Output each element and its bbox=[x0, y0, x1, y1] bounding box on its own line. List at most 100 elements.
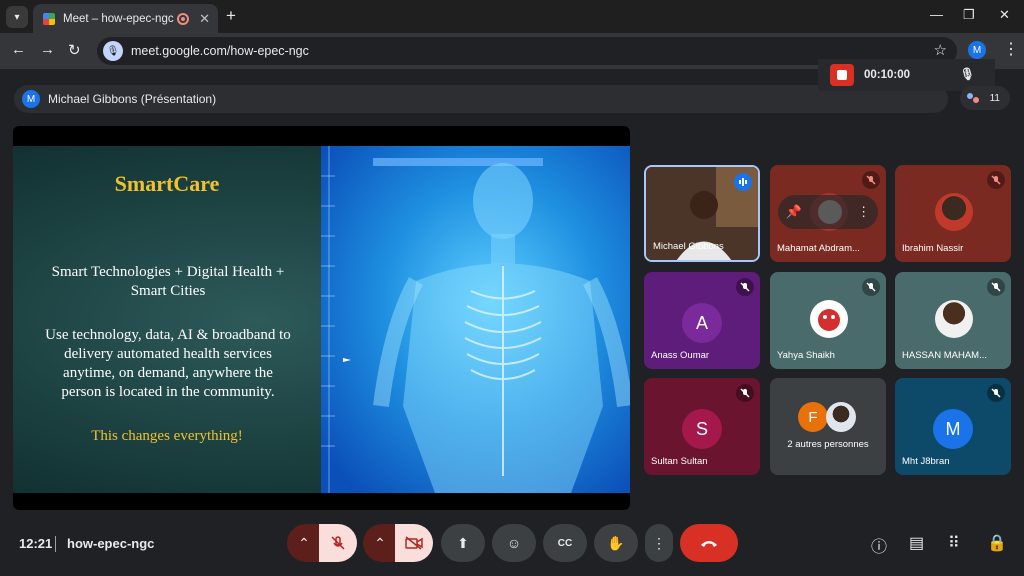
mic-off-icon bbox=[862, 171, 880, 189]
host-controls-icon[interactable]: 🔒 bbox=[987, 533, 1007, 553]
microphone-toggle-button[interactable] bbox=[319, 524, 357, 562]
participant-photo bbox=[810, 300, 848, 338]
slide-text-panel: SmartCare Smart Technologies + Digital H… bbox=[13, 146, 321, 493]
tile-hover-controls: 📌 ⋮ bbox=[778, 195, 878, 229]
mic-off-icon bbox=[331, 536, 345, 550]
participant-tile-sultan[interactable]: S Sultan Sultan bbox=[644, 378, 760, 475]
mic-off-icon bbox=[736, 384, 754, 402]
captions-button[interactable]: CC bbox=[543, 524, 587, 562]
reload-button[interactable]: ↻ bbox=[68, 41, 81, 59]
body-xray-graphic bbox=[321, 146, 630, 493]
presenter-banner[interactable]: M Michael Gibbons (Présentation) bbox=[14, 85, 948, 113]
tab-search-button[interactable]: ▾ bbox=[6, 6, 28, 28]
tab-title: Meet – how-epec-ngc bbox=[63, 12, 174, 25]
participant-count: 11 bbox=[989, 92, 1000, 104]
participant-tile-anass[interactable]: A Anass Oumar bbox=[644, 272, 760, 369]
tab-close-icon[interactable]: ✕ bbox=[199, 11, 210, 27]
meeting-info-icon[interactable]: ⓘ bbox=[871, 533, 887, 557]
browser-tab[interactable]: Meet – how-epec-ngc ✕ bbox=[33, 4, 218, 33]
camera-toggle-button[interactable] bbox=[395, 524, 433, 562]
meet-favicon-icon bbox=[43, 12, 55, 25]
window-close-icon[interactable]: ✕ bbox=[999, 7, 1010, 23]
others-count-label: 2 autres personnes bbox=[787, 439, 869, 450]
participant-tile-mht[interactable]: M Mht J8bran bbox=[895, 378, 1011, 475]
chevron-up-icon: ⌃ bbox=[374, 534, 386, 551]
captions-icon: CC bbox=[557, 537, 573, 549]
audio-options-button[interactable]: ⌃ bbox=[287, 524, 321, 562]
reactions-button[interactable]: ☺ bbox=[492, 524, 536, 562]
meeting-code: how-epec-ngc bbox=[67, 536, 155, 551]
browser-tabstrip: ▾ Meet – how-epec-ngc ✕ + — ❐ ✕ bbox=[0, 0, 1024, 33]
people-icon bbox=[967, 93, 979, 103]
mic-off-icon bbox=[987, 384, 1005, 402]
more-options-icon[interactable]: ⋮ bbox=[857, 204, 870, 220]
chevron-down-icon: ▾ bbox=[14, 11, 20, 23]
present-screen-button[interactable]: ⬆ bbox=[441, 524, 485, 562]
participant-tile-others[interactable]: F 2 autres personnes bbox=[770, 378, 886, 475]
participants-button[interactable]: 11 bbox=[960, 86, 1010, 110]
meeting-clock: 12:21 bbox=[19, 536, 53, 551]
participant-avatar-letter: A bbox=[682, 303, 722, 343]
forward-button[interactable]: → bbox=[40, 41, 55, 58]
minimize-icon[interactable]: — bbox=[930, 7, 943, 22]
presentation-stage: SmartCare Smart Technologies + Digital H… bbox=[13, 126, 630, 510]
participant-name: Michael Gibbons bbox=[653, 241, 724, 252]
slide-subtitle: Smart Technologies + Digital Health + Sm… bbox=[51, 264, 285, 299]
pin-icon[interactable]: 📌 bbox=[786, 204, 802, 220]
participant-avatar-letter: M bbox=[933, 409, 973, 449]
participant-name: Anass Oumar bbox=[651, 350, 710, 361]
participant-tile-yahya[interactable]: Yahya Shaikh bbox=[770, 272, 886, 369]
video-options-button[interactable]: ⌃ bbox=[363, 524, 397, 562]
present-icon: ⬆ bbox=[457, 534, 469, 551]
participant-avatar-letter: F bbox=[798, 402, 828, 432]
profile-avatar[interactable]: M bbox=[968, 41, 986, 59]
new-tab-button[interactable]: + bbox=[226, 6, 236, 26]
camera-off-icon bbox=[405, 536, 423, 550]
participant-tile-hassan[interactable]: HASSAN MAHAM... bbox=[895, 272, 1011, 369]
participant-tile-mahamat[interactable]: 📌 ⋮ Mahamat Abdram... bbox=[770, 165, 886, 262]
participant-photo bbox=[935, 193, 973, 231]
participant-name: Sultan Sultan bbox=[651, 456, 708, 467]
microphone-permission-icon[interactable]: 🎙 bbox=[103, 41, 123, 61]
presenter-avatar: M bbox=[22, 90, 40, 108]
participant-avatar-letter: S bbox=[682, 409, 722, 449]
bookmark-star-icon[interactable]: ☆ bbox=[934, 41, 947, 59]
browser-menu-icon[interactable]: ⋮ bbox=[1003, 39, 1019, 59]
participant-tile-michael-gibbons[interactable]: Michael Gibbons bbox=[644, 165, 760, 262]
hand-icon: ✋ bbox=[607, 534, 625, 551]
more-vert-icon: ⋮ bbox=[652, 534, 666, 551]
emoji-icon: ☺ bbox=[506, 535, 522, 551]
slide: SmartCare Smart Technologies + Digital H… bbox=[13, 146, 630, 493]
chat-icon[interactable]: ▤ bbox=[909, 533, 924, 553]
slide-image-anatomy bbox=[321, 146, 630, 493]
mic-off-icon bbox=[736, 278, 754, 296]
participant-photo bbox=[935, 300, 973, 338]
participant-name: Mht J8bran bbox=[902, 456, 950, 467]
participant-name: Ibrahim Nassir bbox=[902, 243, 964, 254]
presenter-label: Michael Gibbons (Présentation) bbox=[48, 92, 217, 106]
speaking-indicator-icon bbox=[734, 173, 752, 191]
participant-name: HASSAN MAHAM... bbox=[902, 350, 987, 361]
hang-up-icon bbox=[701, 541, 717, 547]
recording-indicator-icon bbox=[177, 12, 190, 25]
participant-name: Yahya Shaikh bbox=[777, 350, 835, 361]
leave-call-button[interactable] bbox=[680, 524, 738, 562]
participant-thumbnail bbox=[817, 200, 842, 224]
mic-off-icon bbox=[987, 171, 1005, 189]
more-options-button[interactable]: ⋮ bbox=[645, 524, 673, 562]
stop-recording-button[interactable] bbox=[830, 64, 854, 86]
participant-name: Mahamat Abdram... bbox=[777, 243, 860, 254]
url-text: meet.google.com/how-epec-ngc bbox=[131, 44, 309, 58]
mic-off-icon bbox=[987, 278, 1005, 296]
slide-title: SmartCare bbox=[114, 171, 220, 196]
restore-icon[interactable]: ❐ bbox=[963, 7, 975, 23]
participant-tile-ibrahim[interactable]: Ibrahim Nassir bbox=[895, 165, 1011, 262]
recording-timer: 00:10:00 bbox=[864, 69, 911, 81]
participant-photo bbox=[826, 402, 856, 432]
raise-hand-button[interactable]: ✋ bbox=[594, 524, 638, 562]
slide-footer: This changes everything! bbox=[91, 428, 243, 444]
divider bbox=[55, 536, 56, 552]
microphone-icon[interactable]: 🎙 bbox=[960, 67, 975, 81]
back-button[interactable]: ← bbox=[11, 41, 26, 58]
activities-icon[interactable]: ⠿ bbox=[948, 533, 960, 553]
